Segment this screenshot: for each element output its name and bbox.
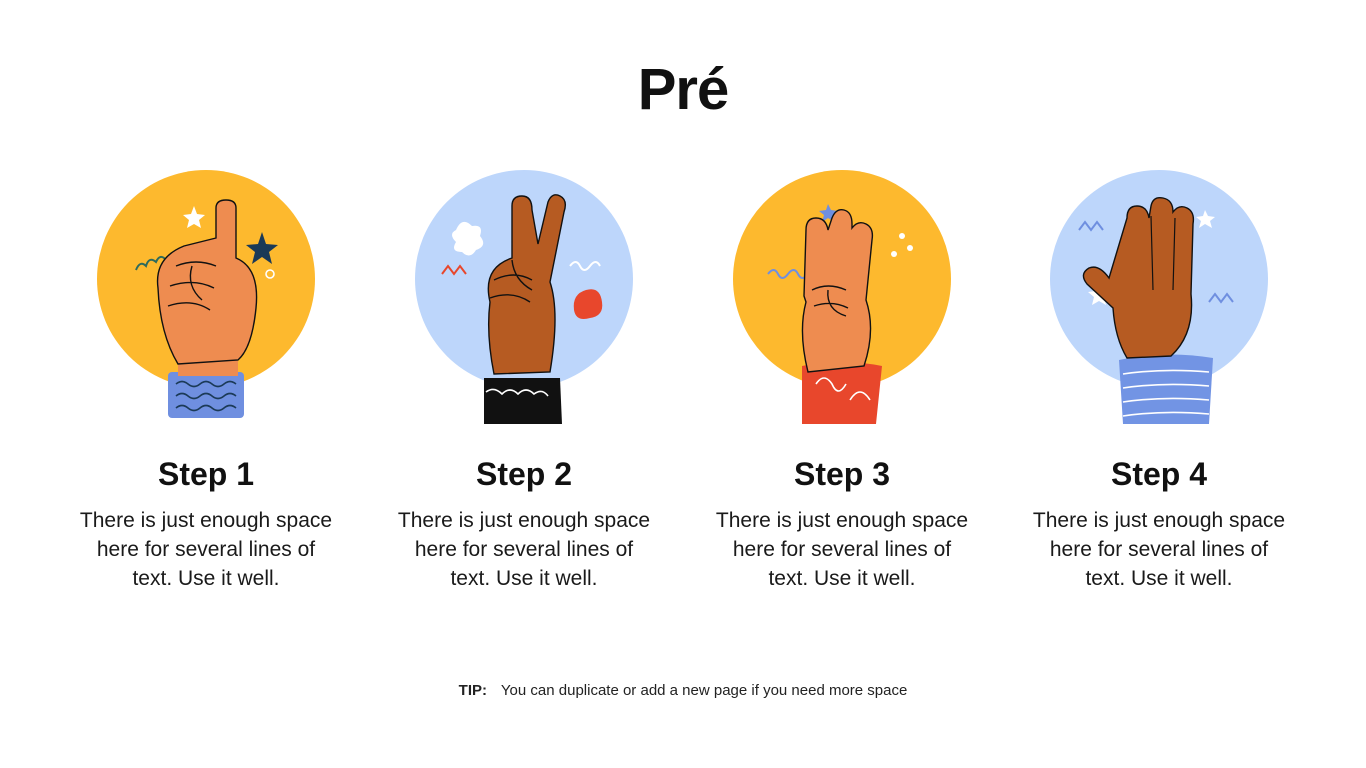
step-description: There is just enough space here for seve… [715,509,969,590]
step-title: Step 1 [157,456,255,492]
step-title: Step 2 [475,456,573,492]
index-finger-up-hand-icon [97,170,315,418]
step-description: There is just enough space here for seve… [1032,509,1286,590]
step-description: There is just enough space here for seve… [397,509,651,590]
tip-line: TIP: You can duplicate or add a new page… [0,680,1366,702]
step-title: Step 3 [793,456,891,492]
tip-text: You can duplicate or add a new page if y… [500,682,908,699]
page-title: Pré [637,57,730,122]
three-fingers-hand-icon [733,170,951,424]
steps-row: Step 1 There is just enough space here f… [0,170,1366,610]
four-fingers-hand-icon [1050,170,1268,424]
step-title: Step 4 [1110,456,1208,492]
step-description: There is just enough space here for seve… [79,509,333,590]
tip-label: TIP: [458,682,488,699]
peace-sign-hand-icon [415,170,633,424]
